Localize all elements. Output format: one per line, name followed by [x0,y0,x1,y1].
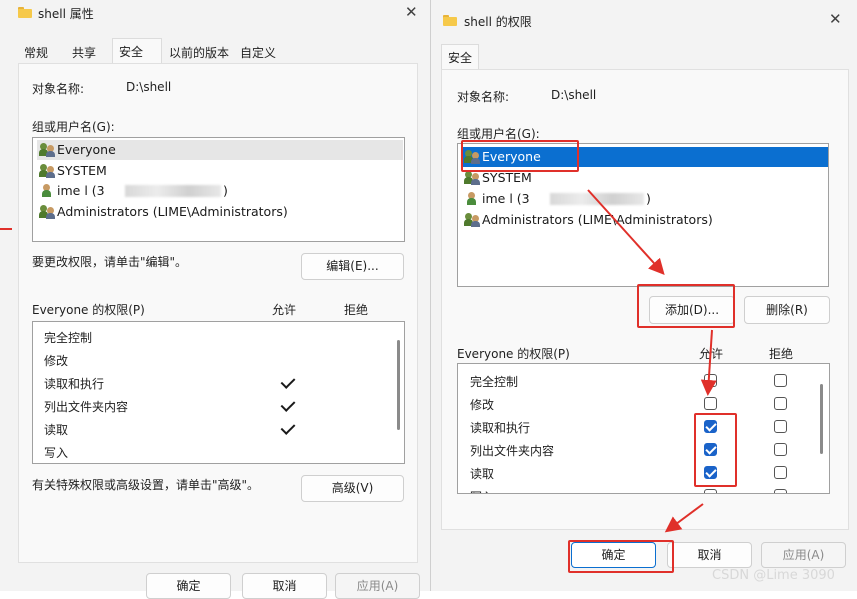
arrow-to-allow [700,329,717,396]
annotation-arrows [587,189,717,533]
arrow-to-add [587,189,665,275]
arrow-to-ok [664,503,704,533]
watermark: CSDN @Lime 3090 [712,568,835,583]
